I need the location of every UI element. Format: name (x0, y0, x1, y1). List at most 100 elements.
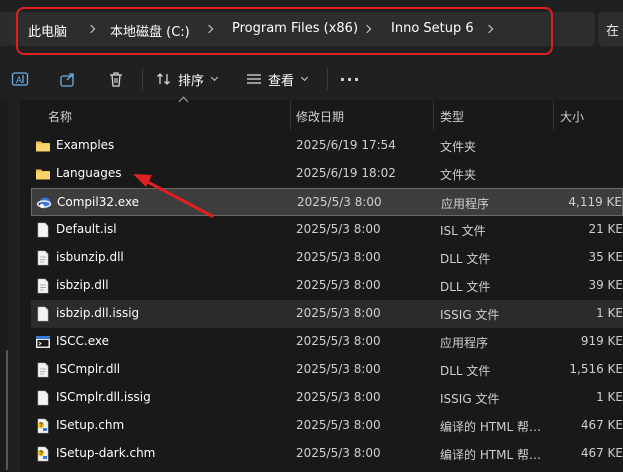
chm-help-icon: ? (35, 418, 51, 434)
file-name: ISCC.exe (56, 334, 110, 348)
file-date-modified: 2025/5/3 8:00 (296, 306, 381, 320)
file-size: 467 KE (580, 446, 623, 460)
file-name: ISCmplr.dll (56, 362, 121, 376)
file-type: DLL 文件 (440, 280, 491, 294)
file-row[interactable]: ? ISetup.chm 2025/5/3 8:00 编译的 HTML 帮… 467 K… (31, 412, 623, 440)
file-size: 1 KE (596, 390, 623, 404)
column-header-date[interactable]: 修改日期 (296, 108, 344, 125)
file-name: Languages (56, 166, 122, 180)
file-date-modified: 2025/5/3 8:00 (296, 250, 381, 264)
file-row[interactable]: Default.isl 2025/5/3 8:00 ISL 文件 21 KE (31, 216, 623, 244)
file-date-modified: 2025/6/19 17:54 (296, 138, 396, 152)
file-size: 1 KE (596, 306, 623, 320)
file-type: 应用程序 (441, 197, 490, 211)
file-type: ISSIG 文件 (440, 308, 500, 322)
dll-file-icon (35, 278, 51, 294)
file-row[interactable]: isbzip.dll.issig 2025/5/3 8:00 ISSIG 文件 1 K… (31, 300, 623, 328)
svg-text:?: ? (39, 423, 43, 429)
app-exe-icon (36, 195, 52, 211)
view-label: 查看 (268, 73, 295, 89)
breadcrumb-inno-setup[interactable]: Inno Setup 6 (391, 21, 474, 36)
more-dots-icon: ··· (339, 69, 361, 89)
file-name: isbunzip.dll (56, 250, 124, 264)
address-bar-area: 此电脑 本地磁盘 (C:) Program Files (x86) Inno S… (0, 0, 623, 58)
file-name: Compil32.exe (57, 195, 140, 209)
file-row[interactable]: ISCmplr.dll 2025/5/3 8:00 DLL 文件 1,516 KE (31, 356, 623, 384)
chevron-down-icon (210, 73, 219, 82)
file-type: DLL 文件 (440, 252, 491, 266)
console-exe-icon (35, 334, 51, 350)
file-date-modified: 2025/5/3 8:00 (296, 362, 381, 376)
file-date-modified: 2025/5/3 8:00 (296, 390, 381, 404)
file-row[interactable]: Languages 2025/6/19 18:02 文件夹 (31, 160, 623, 188)
file-date-modified: 2025/5/3 8:00 (296, 222, 381, 236)
search-placeholder: 在 (606, 24, 620, 39)
navigation-scrollbar[interactable] (6, 350, 8, 470)
svg-text:A: A (16, 75, 22, 85)
file-date-modified: 2025/5/3 8:00 (297, 195, 382, 209)
sort-icon (157, 73, 170, 85)
file-date-modified: 2025/5/3 8:00 (296, 446, 381, 460)
trash-icon (110, 72, 122, 87)
file-name: isbzip.dll (56, 278, 109, 292)
file-size: 35 KE (588, 250, 623, 264)
file-row[interactable]: ? ISetup-dark.chm 2025/5/3 8:00 编译的 HTML 帮…… (31, 440, 623, 468)
view-button[interactable]: 查看 (246, 66, 316, 92)
sort-label: 排序 (178, 73, 205, 89)
file-size: 21 KE (588, 222, 623, 236)
breadcrumb-local-disk[interactable]: 本地磁盘 (C:) (110, 21, 190, 40)
file-type: DLL 文件 (440, 364, 491, 378)
column-header-row: 名称 修改日期 类型 大小 (20, 96, 623, 130)
column-divider[interactable] (553, 100, 554, 130)
file-type: 应用程序 (440, 336, 489, 350)
file-row[interactable]: Examples 2025/6/19 17:54 文件夹 (31, 132, 623, 160)
file-name: Default.isl (56, 222, 117, 236)
toolbar-separator (327, 68, 328, 90)
rename-button[interactable]: A (8, 66, 32, 92)
dll-file-icon (35, 362, 51, 378)
file-size: 1,516 KE (569, 362, 623, 376)
sort-button[interactable]: 排序 (156, 66, 226, 92)
file-name: ISetup.chm (56, 418, 125, 432)
file-name: isbzip.dll.issig (56, 306, 140, 320)
file-type: ISSIG 文件 (440, 392, 500, 406)
file-row[interactable]: ISCmplr.dll.issig 2025/5/3 8:00 ISSIG 文件 1 … (31, 384, 623, 412)
column-divider[interactable] (433, 100, 434, 130)
file-date-modified: 2025/5/3 8:00 (296, 334, 381, 348)
file-row[interactable]: ISCC.exe 2025/5/3 8:00 应用程序 919 KE (31, 328, 623, 356)
file-size: 39 KE (588, 278, 623, 292)
folder-icon (35, 138, 51, 154)
file-row[interactable]: Compil32.exe 2025/5/3 8:00 应用程序 4,119 KE (31, 188, 623, 216)
file-size: 919 KE (580, 334, 623, 348)
file-type: ISL 文件 (440, 224, 486, 238)
svg-text:?: ? (39, 451, 43, 457)
rename-icon: A (11, 72, 29, 86)
file-icon (35, 222, 51, 238)
file-size: 4,119 KE (568, 195, 622, 209)
file-type: 编译的 HTML 帮… (440, 420, 542, 434)
toolbar-separator (142, 68, 143, 90)
file-type: 文件夹 (440, 168, 477, 182)
column-header-name[interactable]: 名称 (48, 108, 72, 125)
navigation-pane[interactable] (0, 100, 20, 472)
chevron-down-icon (300, 73, 309, 82)
file-icon (35, 306, 51, 322)
file-row[interactable]: isbunzip.dll 2025/5/3 8:00 DLL 文件 35 KE (31, 244, 623, 272)
more-options-button[interactable]: ··· (336, 66, 364, 92)
breadcrumb-program-files[interactable]: Program Files (x86) (232, 21, 358, 36)
file-name: ISetup-dark.chm (56, 446, 156, 460)
file-size: 467 KE (580, 418, 623, 432)
share-button[interactable] (56, 66, 80, 92)
file-type: 编译的 HTML 帮… (440, 448, 542, 462)
delete-button[interactable] (104, 66, 128, 92)
back-area[interactable] (0, 12, 10, 46)
column-header-type[interactable]: 类型 (440, 108, 464, 125)
share-icon (60, 73, 74, 87)
breadcrumb-this-pc[interactable]: 此电脑 (28, 21, 67, 40)
column-divider[interactable] (290, 100, 291, 130)
file-row[interactable]: isbzip.dll 2025/5/3 8:00 DLL 文件 39 KE (31, 272, 623, 300)
file-type: 文件夹 (440, 140, 477, 154)
column-header-size[interactable]: 大小 (560, 108, 584, 125)
dll-file-icon (35, 250, 51, 266)
file-icon (35, 390, 51, 406)
